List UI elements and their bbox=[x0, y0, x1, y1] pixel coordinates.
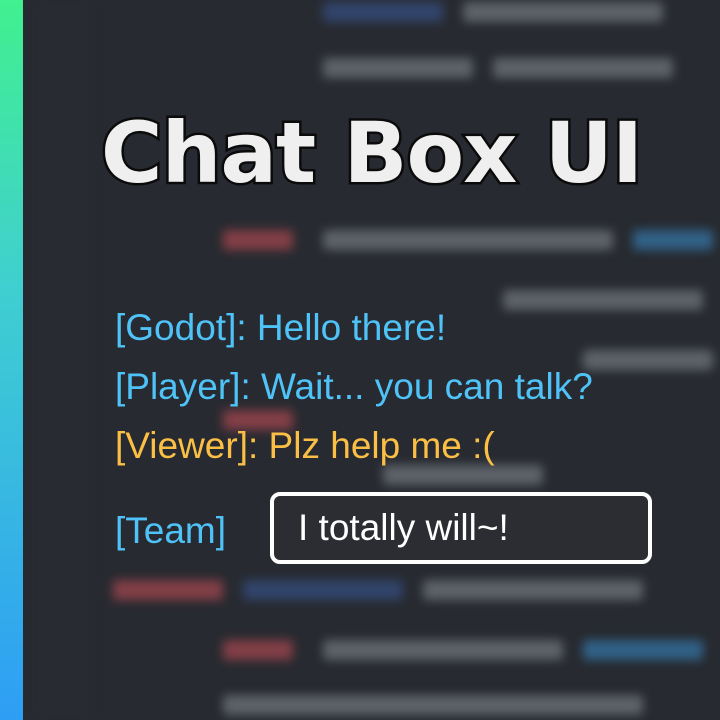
chat-message: [Player]: Wait... you can talk? bbox=[115, 357, 593, 416]
message-text: : Hello there! bbox=[236, 307, 447, 348]
code-line bbox=[323, 2, 443, 22]
chat-log: [Godot]: Hello there! [Player]: Wait... … bbox=[115, 298, 593, 475]
page-title: Chat Box UI bbox=[98, 102, 645, 205]
code-line bbox=[323, 640, 563, 660]
code-line bbox=[423, 580, 643, 600]
accent-gradient-bar bbox=[0, 0, 23, 720]
chat-message: [Viewer]: Plz help me :( bbox=[115, 416, 593, 475]
code-line bbox=[583, 640, 703, 660]
code-line bbox=[113, 580, 223, 600]
code-line bbox=[223, 230, 293, 250]
chat-message: [Godot]: Hello there! bbox=[115, 298, 593, 357]
code-line bbox=[223, 695, 643, 715]
code-line bbox=[223, 640, 293, 660]
code-line bbox=[463, 2, 663, 22]
code-line bbox=[323, 230, 613, 250]
chat-box-thumbnail: Chat Box UI [Godot]: Hello there! [Playe… bbox=[0, 0, 720, 720]
chat-input-row: [Team] bbox=[115, 492, 652, 564]
message-sender: [Viewer] bbox=[115, 425, 248, 466]
message-sender: [Player] bbox=[115, 366, 241, 407]
channel-label: [Team] bbox=[115, 510, 227, 551]
message-sender: [Godot] bbox=[115, 307, 237, 348]
message-text: : Wait... you can talk? bbox=[240, 366, 593, 407]
chat-input[interactable] bbox=[270, 492, 652, 564]
code-line bbox=[323, 58, 473, 78]
code-line bbox=[633, 230, 713, 250]
message-text: : Plz help me :( bbox=[248, 425, 495, 466]
code-line bbox=[583, 350, 713, 370]
code-line bbox=[243, 580, 403, 600]
code-line bbox=[493, 58, 673, 78]
